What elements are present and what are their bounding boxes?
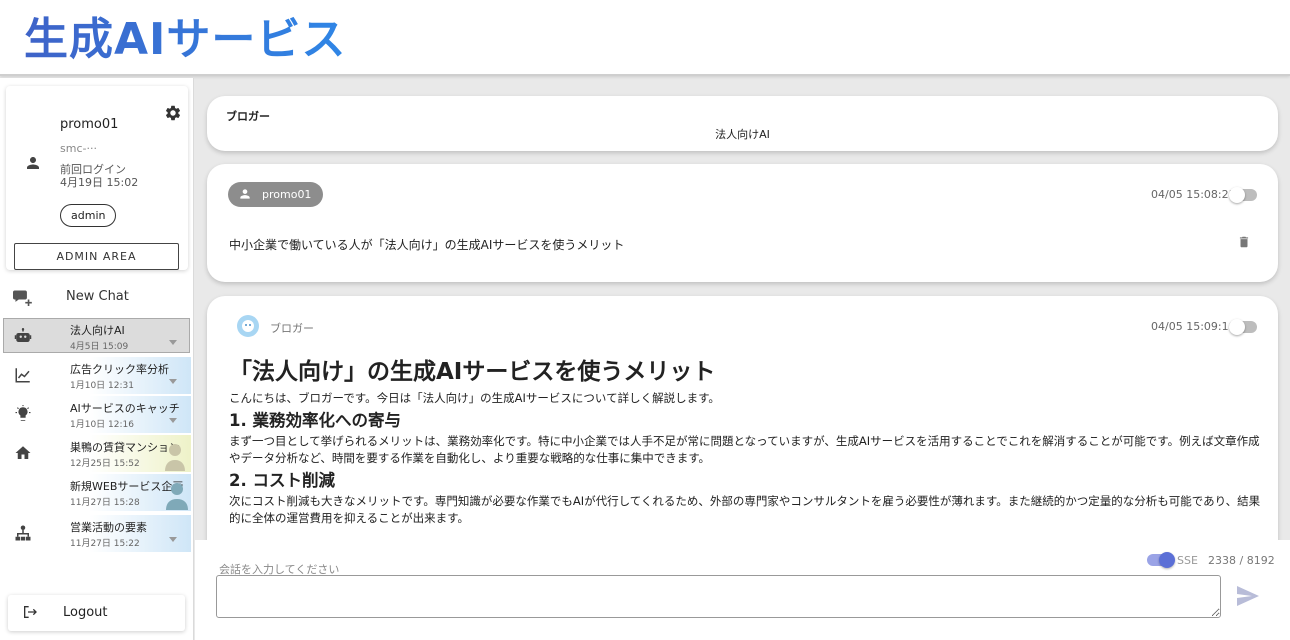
answer-section-text: 次にコスト削減も大きなメリットです。専門知識が必要な作業でもAIが代行してくれる… <box>229 494 1261 525</box>
answer-section-text: まず一つ目として挙げられるメリットは、業務効率化です。特に中小企業では人手不足が… <box>229 434 1260 465</box>
last-login-date: 4月19日 15:02 <box>60 176 139 189</box>
history-date: 11月27日 15:22 <box>70 539 140 549</box>
history-title: 広告クリック率分析 <box>70 363 169 376</box>
history-item[interactable]: 新規WEBサービス企画 11月27日 15:28 <box>64 474 191 511</box>
user-message-text: 中小企業で働いている人が「法人向け」の生成AIサービスを使うメリット <box>229 238 625 252</box>
history-item[interactable]: 巣鴨の賃貸マンション 12月25日 15:52 <box>64 435 191 472</box>
history-date: 11月27日 15:28 <box>70 498 140 508</box>
history-item[interactable]: 法人向けAI 4月5日 15:09 <box>64 318 191 355</box>
history-date: 1月10日 12:31 <box>70 381 134 391</box>
chart-line-icon <box>15 368 30 383</box>
bot-avatar <box>237 315 259 337</box>
profile-email: smc-··· <box>60 142 97 155</box>
last-login: 前回ログイン 4月19日 15:02 <box>60 163 138 189</box>
chat-input[interactable] <box>216 575 1221 618</box>
history-title: AIサービスのキャッチ <box>70 402 180 415</box>
new-chat-icon <box>13 290 32 306</box>
chevron-down-icon[interactable] <box>169 340 177 345</box>
org-chart-icon <box>15 525 31 541</box>
user-icon <box>27 157 39 169</box>
user-chip: promo01 <box>228 182 324 207</box>
answer-card: ブロガー 04/05 15:09:10 「法人向け」の生成AIサービスを使うメリ… <box>207 296 1278 556</box>
sse-toggle[interactable] <box>1147 552 1175 568</box>
logout-icon <box>24 606 37 618</box>
user-icon <box>240 189 250 199</box>
last-login-label: 前回ログイン <box>60 163 126 176</box>
answer-intro: こんにちは、ブロガーです。今日は「法人向け」の生成AIサービスについて詳しく解説… <box>229 391 720 405</box>
sse-label: SSE <box>1177 554 1198 567</box>
user-chip-label: promo01 <box>262 188 312 201</box>
logout-button[interactable]: Logout <box>8 595 185 631</box>
history-date: 12月25日 15:52 <box>70 459 140 469</box>
answer-toggle[interactable] <box>1229 319 1257 335</box>
new-chat-button[interactable]: New Chat <box>0 283 194 311</box>
send-icon[interactable] <box>1236 586 1260 606</box>
bot-face-icon <box>242 320 254 332</box>
answer-body: 「法人向け」の生成AIサービスを使うメリット こんにちは、ブロガーです。今日は「… <box>229 356 1269 527</box>
logout-label: Logout <box>63 605 108 620</box>
message-toggle[interactable] <box>1229 187 1257 203</box>
chevron-down-icon[interactable] <box>169 418 177 423</box>
prompt-role: ブロガー <box>226 110 270 123</box>
history-date: 4月5日 15:09 <box>70 342 129 352</box>
person-illustration-icon <box>165 444 185 471</box>
history-date: 1月10日 12:16 <box>70 420 134 430</box>
message-timestamp: 04/05 15:08:21 <box>1151 188 1236 201</box>
profile-name: promo01 <box>60 117 119 132</box>
token-counter: 2338 / 8192 <box>1208 554 1275 567</box>
home-icon <box>15 446 31 459</box>
answer-heading: 「法人向け」の生成AIサービスを使うメリット <box>229 359 716 385</box>
user-message-card: promo01 04/05 15:08:21 中小企業で働いている人が「法人向け… <box>207 164 1278 282</box>
system-prompt-card: ブロガー 法人向けAI <box>207 96 1278 151</box>
role-badge: admin <box>60 204 117 227</box>
chevron-down-icon[interactable] <box>169 379 177 384</box>
prompt-title: 法人向けAI <box>715 128 770 141</box>
new-chat-label: New Chat <box>66 289 129 304</box>
history-item[interactable]: 広告クリック率分析 1月10日 12:31 <box>64 357 191 394</box>
person-illustration-icon <box>166 483 188 510</box>
profile-card: promo01 smc-··· 前回ログイン 4月19日 15:02 admin… <box>6 86 188 270</box>
history-title: 法人向けAI <box>70 324 125 337</box>
history-item[interactable]: AIサービスのキャッチ 1月10日 12:16 <box>64 396 191 433</box>
chevron-down-icon[interactable] <box>169 537 177 542</box>
robot-icon <box>14 328 32 342</box>
admin-area-button[interactable]: ADMIN AREA <box>14 243 179 270</box>
history-item[interactable]: 営業活動の要素 11月27日 15:22 <box>64 515 191 552</box>
answer-timestamp: 04/05 15:09:10 <box>1151 320 1236 333</box>
chat-input-area: SSE 2338 / 8192 会話を入力してください <box>195 540 1290 640</box>
lightbulb-icon <box>15 405 31 421</box>
bot-name: ブロガー <box>270 322 314 335</box>
answer-section-title: 2. コスト削減 <box>229 471 335 490</box>
answer-section-title: 1. 業務効率化への寄与 <box>229 411 401 430</box>
app-header: 生成AIサービス <box>0 0 1290 76</box>
trash-icon[interactable] <box>1237 234 1251 250</box>
history-title: 営業活動の要素 <box>70 521 147 534</box>
app-title: 生成AIサービス <box>24 12 346 68</box>
gear-icon[interactable] <box>164 104 182 122</box>
sidebar: promo01 smc-··· 前回ログイン 4月19日 15:02 admin… <box>0 78 194 640</box>
